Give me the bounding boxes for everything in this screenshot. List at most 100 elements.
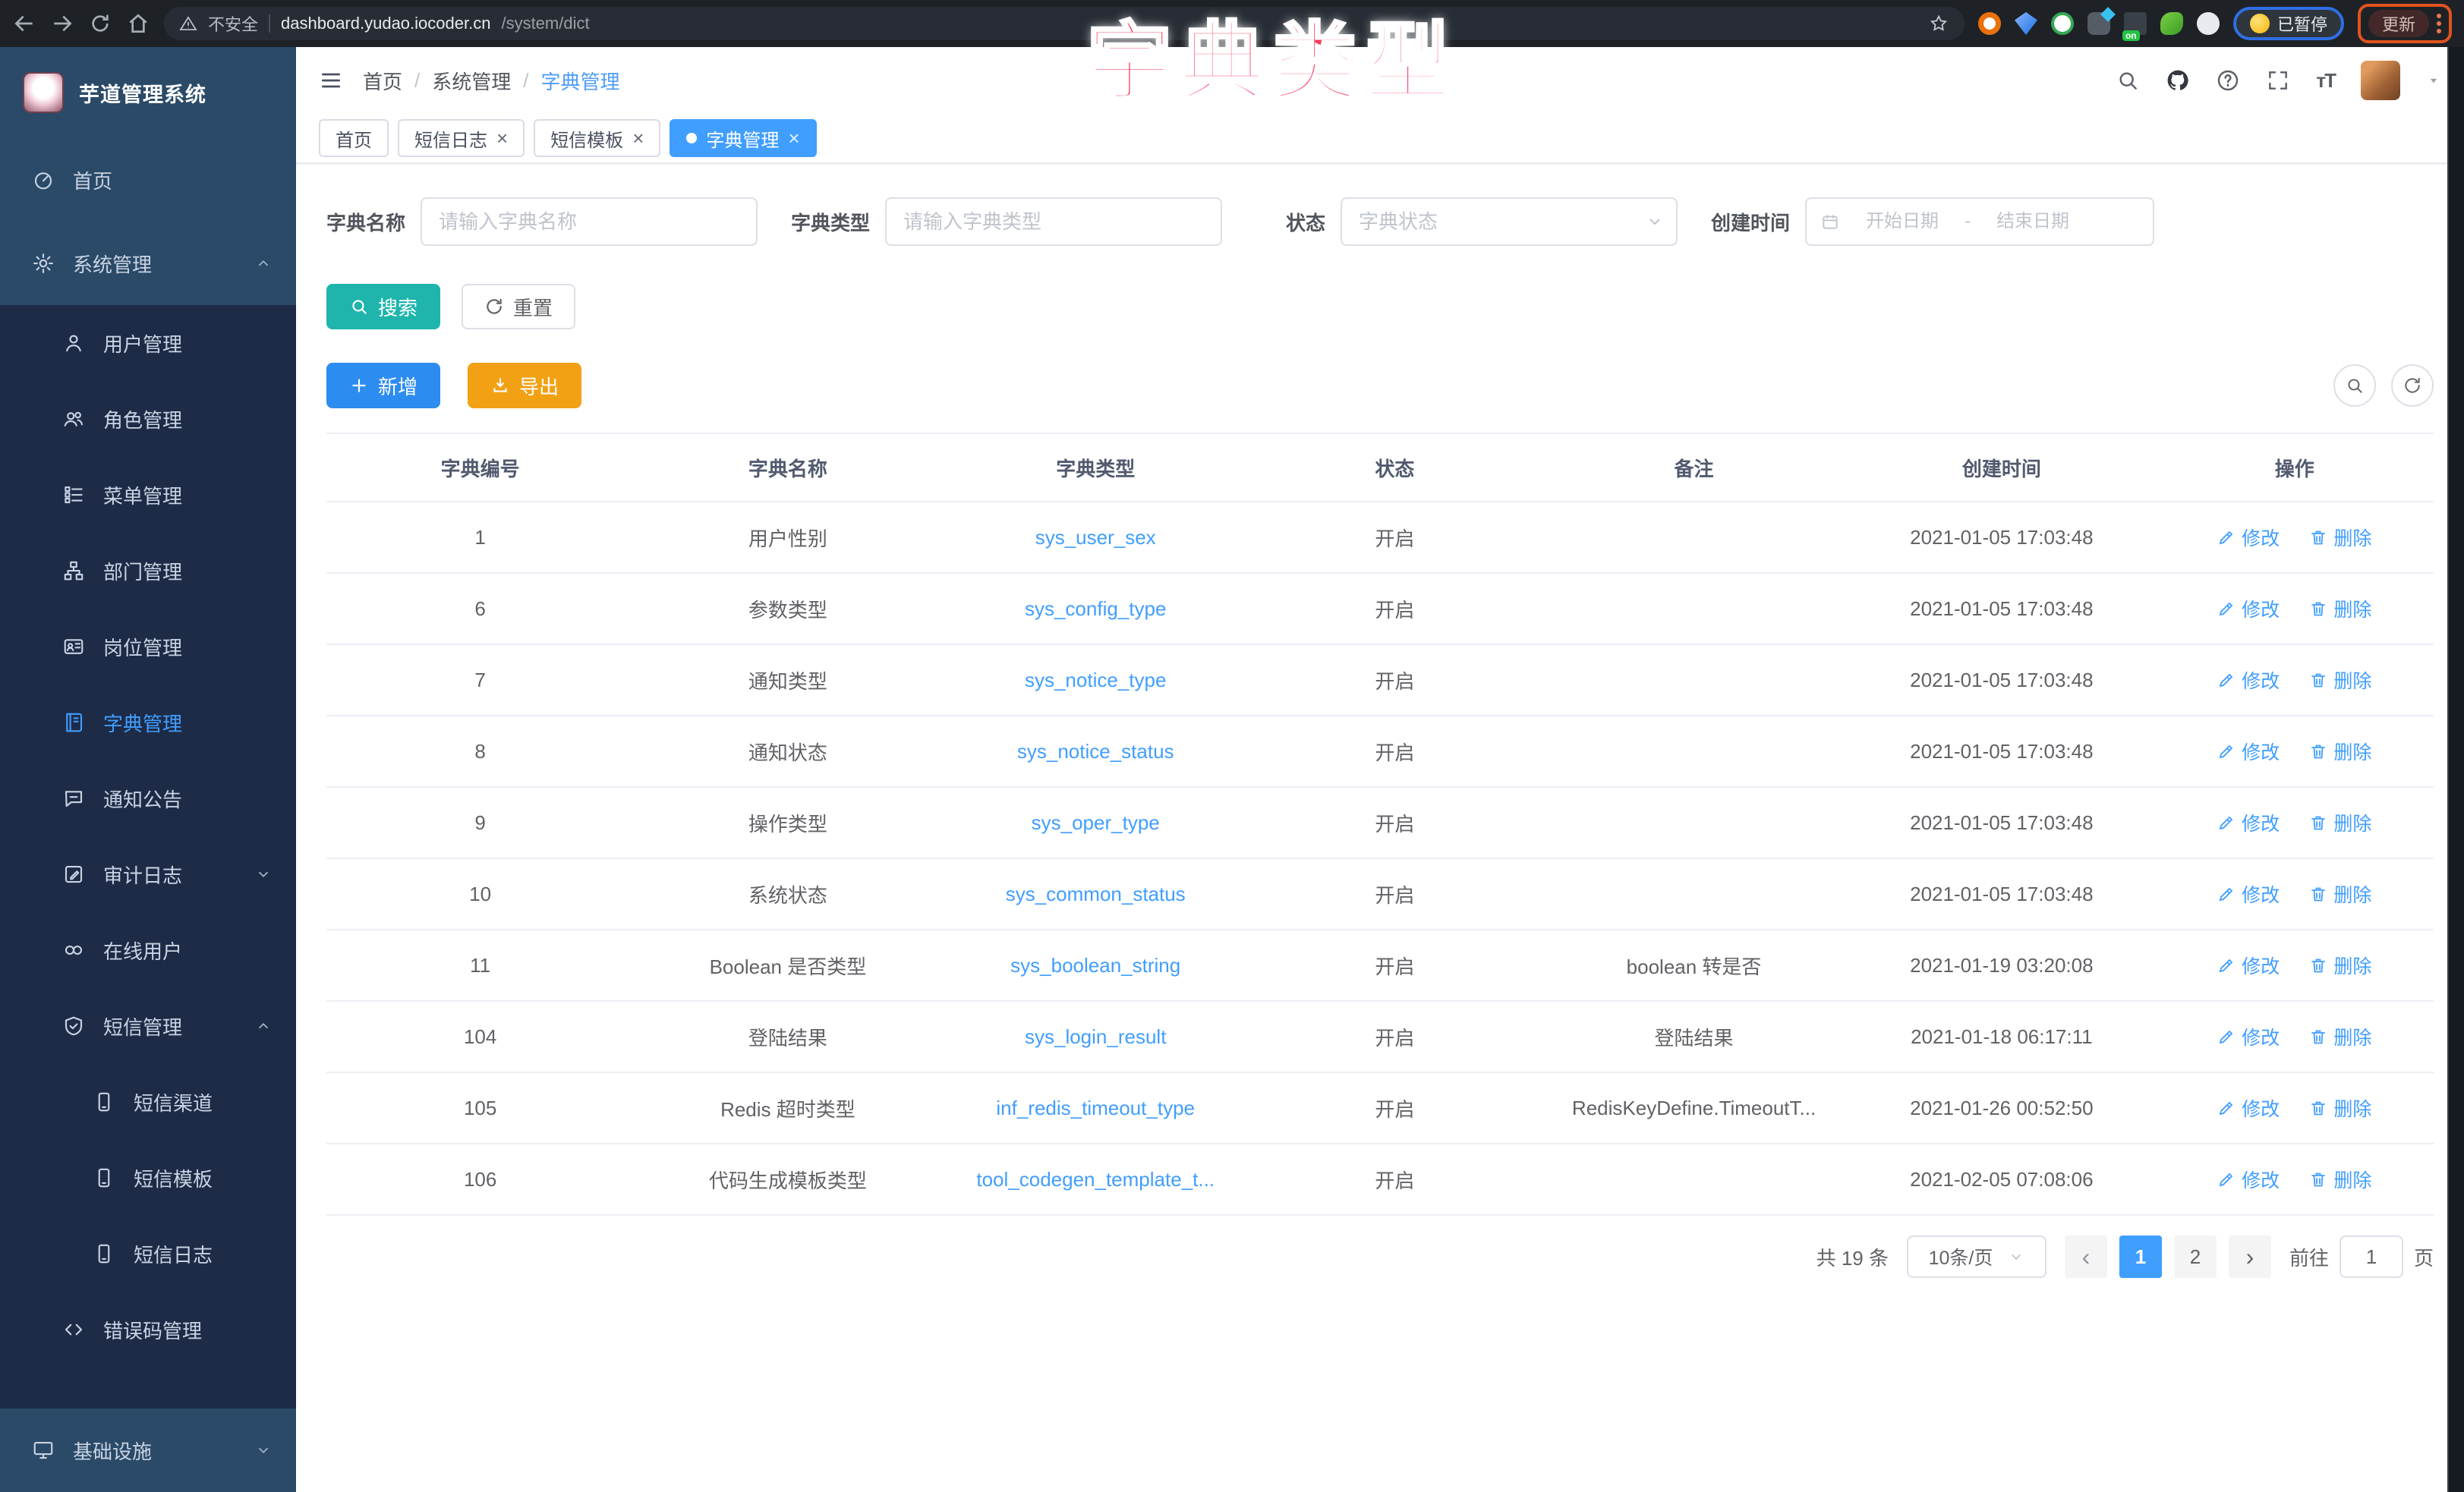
date-range-picker[interactable]: - bbox=[1805, 197, 2154, 246]
sidebar-item-online-user[interactable]: 在线用户 bbox=[0, 912, 296, 988]
edit-link[interactable]: 修改 bbox=[2217, 880, 2280, 908]
edit-link[interactable]: 修改 bbox=[2217, 738, 2280, 765]
sidebar-item-post[interactable]: 岗位管理 bbox=[0, 609, 296, 685]
extension-icon[interactable] bbox=[2015, 12, 2037, 35]
page-button-1[interactable]: 1 bbox=[2119, 1235, 2162, 1278]
extension-icon[interactable] bbox=[2087, 12, 2110, 35]
search-button[interactable]: 搜索 bbox=[326, 284, 440, 329]
edit-link[interactable]: 修改 bbox=[2217, 952, 2280, 979]
app-logo-row[interactable]: 芋道管理系统 bbox=[0, 47, 296, 138]
page-button-2[interactable]: 2 bbox=[2174, 1235, 2217, 1278]
status-select[interactable] bbox=[1341, 197, 1678, 246]
sidebar-item-system[interactable]: 系统管理 bbox=[0, 222, 296, 305]
dict-type-link[interactable]: sys_user_sex bbox=[1035, 526, 1156, 549]
sidebar-item-infra[interactable]: 基础设施 bbox=[0, 1409, 296, 1492]
edit-link[interactable]: 修改 bbox=[2217, 666, 2280, 694]
sidebar-item-dict[interactable]: 字典管理 bbox=[0, 685, 296, 760]
breadcrumb-system[interactable]: 系统管理 bbox=[432, 67, 511, 95]
edit-link[interactable]: 修改 bbox=[2217, 809, 2280, 836]
extension-icon[interactable] bbox=[2160, 12, 2183, 35]
delete-link[interactable]: 删除 bbox=[2309, 738, 2371, 765]
hamburger-icon[interactable] bbox=[319, 68, 343, 93]
browser-forward-icon[interactable] bbox=[50, 11, 74, 36]
delete-link[interactable]: 删除 bbox=[2309, 595, 2371, 622]
update-button[interactable]: 更新 bbox=[2368, 10, 2429, 37]
sidebar-item-dept[interactable]: 部门管理 bbox=[0, 533, 296, 609]
search-icon[interactable] bbox=[2116, 68, 2140, 93]
delete-link[interactable]: 删除 bbox=[2309, 1166, 2371, 1193]
sidebar-item-errcode[interactable]: 错误码管理 bbox=[0, 1292, 296, 1368]
status-select-input[interactable] bbox=[1341, 197, 1678, 246]
sidebar-item-home[interactable]: 首页 bbox=[0, 138, 296, 222]
dict-type-link[interactable]: sys_notice_status bbox=[1017, 740, 1174, 763]
browser-back-icon[interactable] bbox=[12, 11, 36, 36]
edit-link[interactable]: 修改 bbox=[2217, 1023, 2280, 1050]
dict-type-link[interactable]: sys_boolean_string bbox=[1010, 954, 1180, 977]
edit-link[interactable]: 修改 bbox=[2217, 595, 2280, 622]
delete-link[interactable]: 删除 bbox=[2309, 880, 2371, 908]
address-bar[interactable]: 不安全 dashboard.yudao.iocoder.cn/system/di… bbox=[164, 7, 1965, 40]
sidebar-item-sms-log[interactable]: 短信日志 bbox=[0, 1216, 296, 1292]
delete-link[interactable]: 删除 bbox=[2309, 1094, 2371, 1122]
export-button[interactable]: 导出 bbox=[468, 363, 581, 408]
extension-icon[interactable] bbox=[1978, 12, 2001, 35]
close-icon[interactable]: × bbox=[496, 128, 508, 148]
dict-name-input[interactable] bbox=[421, 197, 758, 246]
tab[interactable]: 短信模板 × bbox=[534, 119, 660, 157]
sidebar-item-sms-channel[interactable]: 短信渠道 bbox=[0, 1064, 296, 1140]
help-icon[interactable] bbox=[2216, 68, 2240, 93]
dict-type-link[interactable]: inf_redis_timeout_type bbox=[996, 1097, 1195, 1119]
browser-home-icon[interactable] bbox=[126, 11, 150, 36]
reset-button[interactable]: 重置 bbox=[462, 284, 575, 329]
tab[interactable]: 首页 bbox=[319, 119, 389, 157]
sidebar-item-user[interactable]: 用户管理 bbox=[0, 305, 296, 381]
dict-type-link[interactable]: tool_codegen_template_t... bbox=[976, 1168, 1215, 1191]
page-size-select[interactable]: 10条/页 bbox=[1907, 1235, 2047, 1278]
dict-type-link[interactable]: sys_login_result bbox=[1025, 1025, 1166, 1048]
delete-link[interactable]: 删除 bbox=[2309, 809, 2371, 836]
browser-reload-icon[interactable] bbox=[88, 11, 112, 36]
add-button[interactable]: 新增 bbox=[326, 363, 440, 408]
extensions-puzzle-icon[interactable] bbox=[2197, 12, 2220, 35]
start-date-input[interactable] bbox=[1848, 211, 1957, 232]
show-search-button[interactable] bbox=[2333, 364, 2376, 407]
close-icon[interactable]: × bbox=[632, 128, 644, 148]
dict-type-link[interactable]: sys_common_status bbox=[1006, 883, 1186, 905]
tab[interactable]: 短信日志 × bbox=[398, 119, 525, 157]
dict-type-link[interactable]: sys_oper_type bbox=[1032, 811, 1160, 834]
goto-page-input[interactable] bbox=[2340, 1235, 2403, 1278]
tab[interactable]: 字典管理 × bbox=[670, 119, 816, 157]
prev-page-button[interactable]: ‹ bbox=[2065, 1235, 2107, 1278]
bookmark-star-icon[interactable] bbox=[1928, 13, 1949, 34]
font-size-icon[interactable]: тT bbox=[2316, 69, 2335, 93]
edit-link[interactable]: 修改 bbox=[2217, 1094, 2280, 1122]
profile-paused-badge[interactable]: 已暂停 bbox=[2233, 7, 2344, 40]
edit-link[interactable]: 修改 bbox=[2217, 524, 2280, 551]
chevron-down-icon[interactable] bbox=[2426, 73, 2441, 88]
delete-link[interactable]: 删除 bbox=[2309, 524, 2371, 551]
delete-link[interactable]: 删除 bbox=[2309, 952, 2371, 979]
fullscreen-icon[interactable] bbox=[2266, 68, 2290, 93]
next-page-button[interactable]: › bbox=[2229, 1235, 2271, 1278]
delete-link[interactable]: 删除 bbox=[2309, 1023, 2371, 1050]
dict-type-link[interactable]: sys_config_type bbox=[1025, 597, 1166, 620]
sidebar-item-audit-log[interactable]: 审计日志 bbox=[0, 836, 296, 912]
browser-menu-icon[interactable] bbox=[2437, 14, 2441, 33]
sidebar-item-menu[interactable]: 菜单管理 bbox=[0, 457, 296, 533]
sidebar-item-sms-template[interactable]: 短信模板 bbox=[0, 1140, 296, 1216]
github-icon[interactable] bbox=[2166, 68, 2190, 93]
edit-link[interactable]: 修改 bbox=[2217, 1166, 2280, 1193]
end-date-input[interactable] bbox=[1978, 211, 2087, 232]
close-icon[interactable]: × bbox=[788, 128, 799, 148]
dict-type-input[interactable] bbox=[885, 197, 1222, 246]
dict-type-link[interactable]: sys_notice_type bbox=[1025, 669, 1166, 691]
user-avatar[interactable] bbox=[2361, 61, 2400, 100]
refresh-table-button[interactable] bbox=[2391, 364, 2434, 407]
sidebar-item-sms[interactable]: 短信管理 bbox=[0, 988, 296, 1064]
extension-icon[interactable]: on bbox=[2124, 12, 2147, 35]
delete-link[interactable]: 删除 bbox=[2309, 666, 2371, 694]
breadcrumb-home[interactable]: 首页 bbox=[363, 67, 402, 95]
sidebar-item-notice[interactable]: 通知公告 bbox=[0, 760, 296, 836]
sidebar-item-role[interactable]: 角色管理 bbox=[0, 381, 296, 457]
extension-icon[interactable] bbox=[2051, 12, 2074, 35]
